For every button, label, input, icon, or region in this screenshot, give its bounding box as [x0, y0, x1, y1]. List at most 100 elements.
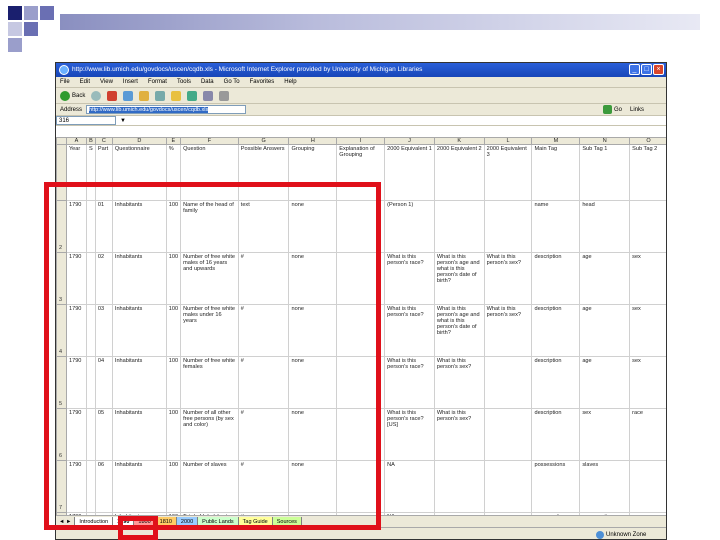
menu-help[interactable]: Help: [284, 77, 296, 87]
column-header[interactable]: C: [94, 137, 113, 145]
deco-square: [24, 22, 38, 36]
table-cell[interactable]: What is this person's age and what is th…: [433, 252, 485, 305]
table-cell[interactable]: 2000 Equivalent 1: [384, 144, 435, 201]
column-header[interactable]: N: [579, 137, 631, 145]
search-icon[interactable]: [155, 90, 166, 101]
table-cell[interactable]: What is this person's sex?: [483, 252, 533, 305]
table-cell[interactable]: What is this person's sex?: [483, 304, 533, 357]
mail-icon[interactable]: [203, 90, 214, 101]
table-cell[interactable]: What is this person's race?: [384, 356, 435, 409]
table-cell[interactable]: description: [531, 408, 581, 461]
column-header[interactable]: O: [629, 137, 666, 145]
favorites-icon[interactable]: [171, 90, 182, 101]
minimize-icon[interactable]: _: [629, 64, 640, 75]
table-cell[interactable]: sex: [629, 356, 666, 409]
table-cell[interactable]: What is this person's sex?: [433, 408, 485, 461]
menu-bar: File Edit View Insert Format Tools Data …: [56, 77, 666, 88]
column-header[interactable]: D: [111, 137, 167, 145]
links-label[interactable]: Links: [630, 107, 644, 113]
column-header[interactable]: F: [180, 137, 239, 145]
table-cell[interactable]: slaves: [579, 460, 631, 513]
table-cell[interactable]: age: [579, 304, 631, 357]
table-cell[interactable]: [483, 200, 533, 253]
table-cell[interactable]: age: [579, 252, 631, 305]
table-cell[interactable]: possessions: [531, 460, 581, 513]
table-cell[interactable]: What is this person's race?: [384, 252, 435, 305]
menu-data[interactable]: Data: [201, 77, 214, 87]
column-header[interactable]: J: [384, 137, 435, 145]
column-header[interactable]: B: [85, 137, 96, 145]
table-cell[interactable]: [433, 460, 485, 513]
deco-square: [8, 38, 22, 52]
column-header[interactable]: G: [237, 137, 290, 145]
table-cell[interactable]: sex: [579, 408, 631, 461]
table-cell[interactable]: (Person 1): [384, 200, 435, 253]
table-cell[interactable]: Sub Tag 1: [579, 144, 631, 201]
table-cell[interactable]: [629, 200, 666, 253]
refresh-icon[interactable]: [123, 90, 134, 101]
table-cell[interactable]: [433, 200, 485, 253]
table-cell[interactable]: race: [629, 408, 666, 461]
back-button[interactable]: Back: [60, 90, 85, 101]
table-cell[interactable]: description: [531, 252, 581, 305]
menu-view[interactable]: View: [100, 77, 113, 87]
address-input[interactable]: http://www.lib.umich.edu/govdocs/uscen/c…: [86, 105, 247, 114]
table-cell[interactable]: age: [579, 356, 631, 409]
table-cell[interactable]: What is this person's race? [US]: [384, 408, 435, 461]
forward-arrow-icon[interactable]: [91, 90, 102, 101]
column-header[interactable]: H: [288, 137, 338, 145]
history-icon[interactable]: [187, 90, 198, 101]
menu-favorites[interactable]: Favorites: [250, 77, 275, 87]
table-cell[interactable]: 2000 Equivalent 3: [483, 144, 533, 201]
menu-format[interactable]: Format: [148, 77, 167, 87]
table-cell[interactable]: [483, 356, 533, 409]
table-cell[interactable]: sex: [629, 304, 666, 357]
table-cell[interactable]: [629, 460, 666, 513]
menu-insert[interactable]: Insert: [123, 77, 138, 87]
menu-goto[interactable]: Go To: [224, 77, 240, 87]
table-cell[interactable]: description: [531, 304, 581, 357]
deco-gradient-bar: [60, 12, 720, 32]
address-bar: Address http://www.lib.umich.edu/govdocs…: [56, 104, 666, 116]
column-header-row: A B C D E F G H I J K L M N O: [56, 137, 666, 145]
window-title: http://www.lib.umich.edu/govdocs/uscen/c…: [72, 66, 423, 73]
go-button[interactable]: Go Links: [602, 105, 644, 114]
table-cell[interactable]: name: [531, 200, 581, 253]
ie-icon: [59, 65, 69, 75]
column-header[interactable]: L: [483, 137, 533, 145]
table-cell[interactable]: Sub Tag 2: [629, 144, 666, 201]
table-cell[interactable]: description: [531, 356, 581, 409]
column-header[interactable]: A: [65, 137, 87, 145]
table-cell[interactable]: 2000 Equivalent 2: [433, 144, 485, 201]
table-cell[interactable]: NA: [384, 460, 435, 513]
menu-tools[interactable]: Tools: [177, 77, 191, 87]
formula-bar: 316 ▼: [56, 116, 666, 126]
print-icon[interactable]: [219, 90, 230, 101]
home-icon[interactable]: [139, 90, 150, 101]
go-arrow-icon: [602, 105, 612, 114]
table-cell[interactable]: What is this person's race?: [384, 304, 435, 357]
deco-square: [8, 22, 22, 36]
name-box-dropdown-icon[interactable]: ▼: [120, 118, 126, 124]
select-all-cell[interactable]: [56, 137, 67, 145]
title-bar: http://www.lib.umich.edu/govdocs/uscen/c…: [56, 63, 666, 77]
table-cell[interactable]: sex: [629, 252, 666, 305]
security-zone: Unknown Zone: [596, 528, 646, 539]
table-cell[interactable]: What is this person's sex?: [433, 356, 485, 409]
highlight-box-main: [44, 182, 381, 530]
column-header[interactable]: M: [531, 137, 581, 145]
table-cell[interactable]: head: [579, 200, 631, 253]
column-header[interactable]: K: [433, 137, 485, 145]
stop-icon[interactable]: [107, 90, 118, 101]
close-icon[interactable]: ×: [653, 64, 664, 75]
table-cell[interactable]: [483, 460, 533, 513]
table-cell[interactable]: Main Tag: [531, 144, 581, 201]
table-cell[interactable]: What is this person's age and what is th…: [433, 304, 485, 357]
name-box[interactable]: 316: [56, 116, 116, 125]
column-header[interactable]: I: [336, 137, 386, 145]
table-cell[interactable]: [483, 408, 533, 461]
menu-file[interactable]: File: [60, 77, 70, 87]
menu-edit[interactable]: Edit: [80, 77, 90, 87]
column-header[interactable]: E: [165, 137, 182, 145]
maximize-icon[interactable]: □: [641, 64, 652, 75]
